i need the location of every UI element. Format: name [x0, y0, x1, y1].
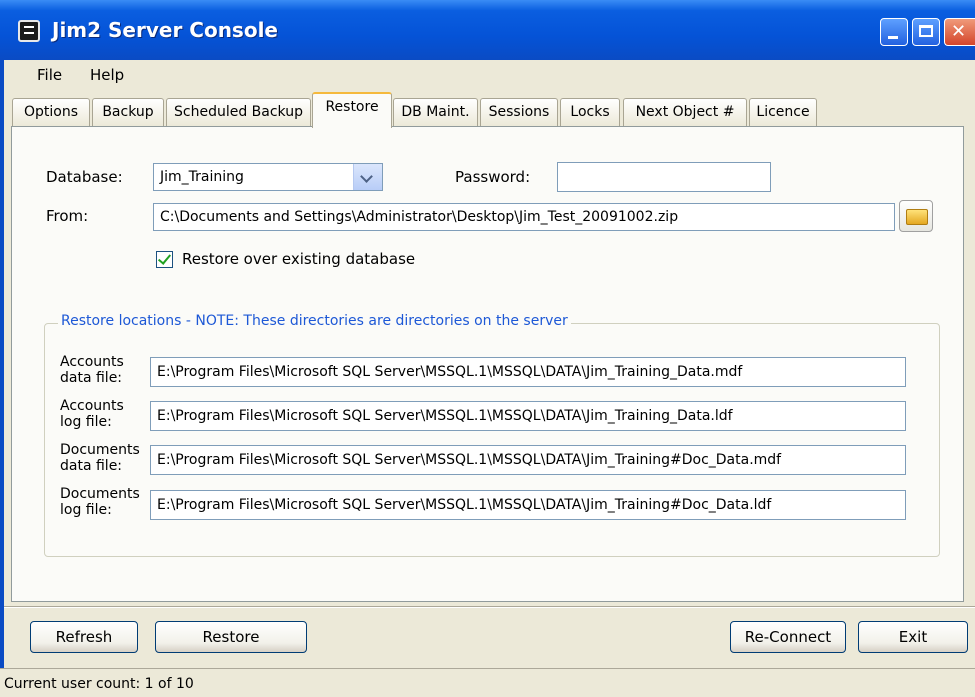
documents-data-file-label: Documents data file: [60, 442, 140, 474]
refresh-button[interactable]: Refresh [30, 621, 138, 653]
app-icon[interactable] [18, 20, 40, 42]
password-label: Password: [455, 168, 531, 186]
app-window: Jim2 Server Console File Help Options Ba… [0, 0, 975, 697]
documents-log-file-input[interactable]: E:\Program Files\Microsoft SQL Server\MS… [150, 490, 906, 520]
restore-button[interactable]: Restore [155, 621, 307, 653]
from-label: From: [46, 207, 89, 225]
window-left-border [0, 60, 4, 668]
accounts-log-file-input[interactable]: E:\Program Files\Microsoft SQL Server\MS… [150, 401, 906, 431]
tab-licence[interactable]: Licence [749, 98, 817, 126]
documents-data-file-input[interactable]: E:\Program Files\Microsoft SQL Server\MS… [150, 445, 906, 475]
maximize-button[interactable] [912, 18, 940, 46]
tab-scheduled-backup[interactable]: Scheduled Backup [166, 98, 311, 126]
reconnect-button[interactable]: Re-Connect [730, 621, 846, 653]
from-path-input[interactable]: C:\Documents and Settings\Administrator\… [153, 203, 895, 231]
tab-next-object[interactable]: Next Object # [623, 98, 747, 126]
tab-locks[interactable]: Locks [560, 98, 620, 126]
tab-strip: Options Backup Scheduled Backup Restore … [0, 90, 975, 128]
database-combobox[interactable]: Jim_Training [153, 163, 383, 191]
minimize-button[interactable] [880, 18, 908, 46]
menu-help[interactable]: Help [90, 66, 124, 84]
accounts-data-file-label: Accounts data file: [60, 354, 124, 386]
divider [0, 606, 975, 608]
exit-button[interactable]: Exit [858, 621, 968, 653]
accounts-log-file-label: Accounts log file: [60, 398, 124, 430]
chevron-down-icon[interactable] [353, 164, 382, 190]
close-button[interactable] [944, 18, 975, 46]
restore-over-checkbox[interactable] [156, 251, 173, 268]
documents-log-file-label: Documents log file: [60, 486, 140, 518]
restore-locations-legend: Restore locations - NOTE: These director… [58, 313, 571, 329]
tab-backup[interactable]: Backup [92, 98, 164, 126]
title-bar[interactable]: Jim2 Server Console [0, 0, 975, 60]
tab-restore[interactable]: Restore [312, 92, 392, 128]
user-count-status: Current user count: 1 of 10 [4, 676, 194, 692]
menu-file[interactable]: File [37, 66, 62, 84]
database-label: Database: [46, 168, 123, 186]
browse-folder-button[interactable] [899, 200, 933, 232]
tab-sessions[interactable]: Sessions [480, 98, 558, 126]
status-bar: Current user count: 1 of 10 [0, 668, 975, 697]
accounts-data-file-input[interactable]: E:\Program Files\Microsoft SQL Server\MS… [150, 357, 906, 387]
tab-db-maint[interactable]: DB Maint. [393, 98, 478, 126]
restore-over-label[interactable]: Restore over existing database [182, 250, 415, 268]
database-value: Jim_Training [160, 169, 244, 185]
tab-options[interactable]: Options [12, 98, 90, 126]
window-title: Jim2 Server Console [52, 18, 278, 42]
password-input[interactable] [557, 162, 771, 192]
menu-bar: File Help [0, 60, 975, 90]
